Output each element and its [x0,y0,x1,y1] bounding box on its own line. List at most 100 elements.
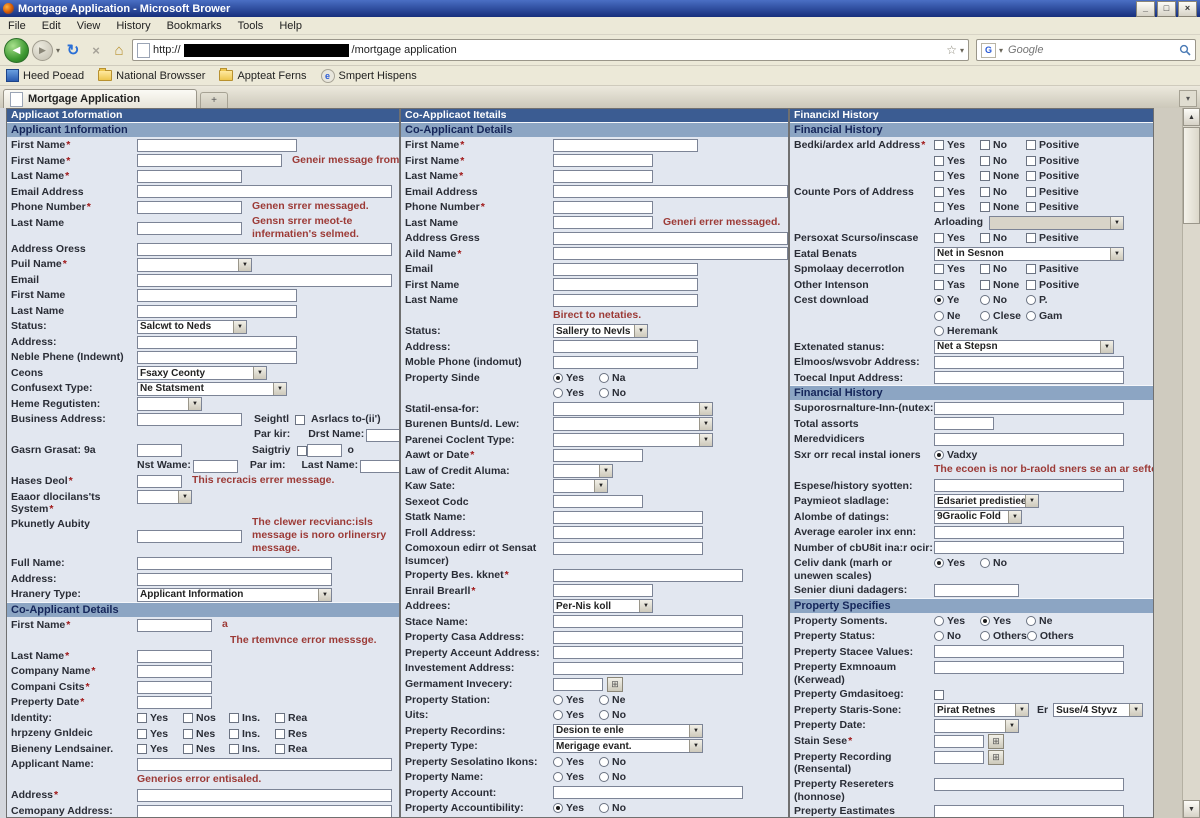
chevron-down-icon[interactable]: ▼ [1129,704,1142,716]
tab-list-button[interactable]: ▾ [1179,90,1197,107]
text-input[interactable] [934,661,1124,674]
chevron-down-icon[interactable]: ▼ [1015,704,1028,716]
text-input[interactable] [553,449,643,462]
radio-button[interactable] [599,757,609,767]
checkbox-option[interactable]: Nes [183,742,229,755]
radio-button[interactable] [934,558,944,568]
radio-button[interactable] [934,631,944,641]
radio-button[interactable] [553,772,563,782]
checkbox-option[interactable]: None [980,200,1026,213]
checkbox[interactable] [275,713,285,723]
text-input[interactable] [137,154,282,167]
menu-view[interactable]: View [77,20,101,32]
text-input[interactable] [137,201,242,214]
text-input[interactable] [137,557,332,570]
menu-bookmarks[interactable]: Bookmarks [167,20,222,32]
radio-button[interactable] [553,710,563,720]
text-input[interactable] [553,495,643,508]
search-input[interactable] [1006,43,1176,57]
checkbox-option[interactable]: Rea [275,742,321,755]
checkbox[interactable] [297,446,307,456]
checkbox-option[interactable]: Yes [934,169,980,182]
checkbox[interactable] [229,713,239,723]
bookmark-item[interactable]: Heed Poead [6,69,84,82]
radio-button[interactable] [1026,616,1036,626]
text-input[interactable] [934,541,1124,554]
text-input[interactable] [137,789,392,802]
select[interactable]: ▼ [553,479,608,493]
select[interactable]: ▼ [553,417,713,431]
select[interactable]: ▼ [934,719,1019,733]
text-input[interactable] [307,444,342,457]
radio-option[interactable]: No [980,293,1026,306]
chevron-down-icon[interactable]: ▼ [273,383,286,395]
chevron-down-icon[interactable]: ▼ [594,480,607,492]
radio-option[interactable]: Na [599,371,645,384]
text-input[interactable] [934,433,1124,446]
checkbox[interactable] [980,140,990,150]
text-input[interactable] [137,305,297,318]
text-input[interactable] [137,475,182,488]
text-input[interactable] [137,222,242,235]
checkbox-option[interactable]: None [980,278,1026,291]
chevron-down-icon[interactable]: ▼ [689,725,702,737]
checkbox-option[interactable]: Yes [934,231,980,244]
radio-option[interactable]: Yes [934,614,980,627]
checkbox-option[interactable]: Yes [137,711,183,724]
checkbox-option[interactable]: Ins. [229,742,275,755]
checkbox[interactable] [1026,264,1036,274]
search-engine-dropdown-icon[interactable]: ▾ [999,46,1003,55]
text-input[interactable] [360,460,400,473]
text-input[interactable] [137,139,297,152]
scroll-down-button[interactable]: ▼ [1183,800,1200,818]
text-input[interactable] [553,263,698,276]
chevron-down-icon[interactable]: ▼ [1110,217,1123,229]
select[interactable]: Merigage evant.▼ [553,739,703,753]
chevron-down-icon[interactable]: ▼ [1008,511,1021,523]
checkbox-option[interactable] [297,445,307,456]
radio-option[interactable]: Others [980,629,1027,642]
checkbox[interactable] [934,690,944,700]
checkbox[interactable] [183,713,193,723]
checkbox[interactable] [137,729,147,739]
select[interactable]: Fsaxy Ceonty▼ [137,366,267,380]
text-input[interactable] [137,619,212,632]
checkbox-option[interactable] [934,689,944,700]
chevron-down-icon[interactable]: ▼ [1005,720,1018,732]
checkbox-option[interactable]: Nes [183,727,229,740]
history-dropdown-icon[interactable]: ▾ [56,46,60,55]
text-input[interactable] [137,243,392,256]
checkbox-option[interactable]: Positive [1026,138,1079,151]
text-input[interactable] [137,681,212,694]
chevron-down-icon[interactable]: ▼ [699,418,712,430]
radio-button[interactable] [553,695,563,705]
radio-button[interactable] [553,757,563,767]
radio-button[interactable] [1026,295,1036,305]
checkbox[interactable] [1026,171,1036,181]
bookmark-star-icon[interactable]: ☆ [946,43,957,57]
select[interactable]: Sallery to Nevls▼ [553,324,648,338]
checkbox[interactable] [980,187,990,197]
checkbox-option[interactable]: No [980,138,1026,151]
search-box[interactable]: G ▾ [976,39,1196,61]
checkbox-option[interactable]: No [980,262,1026,275]
radio-button[interactable] [1026,311,1036,321]
checkbox-option[interactable]: Yes [934,262,980,275]
url-dropdown-icon[interactable]: ▾ [960,46,964,55]
checkbox[interactable] [229,729,239,739]
select[interactable]: ▼ [137,397,202,411]
radio-option[interactable]: Heremank [934,324,998,337]
radio-button[interactable] [1027,631,1037,641]
checkbox-option[interactable]: Yas [934,278,980,291]
calendar-icon[interactable]: ⊞ [988,734,1004,749]
checkbox[interactable] [934,280,944,290]
radio-option[interactable]: Others [1027,629,1074,642]
checkbox[interactable] [1026,140,1036,150]
text-input[interactable] [137,805,392,818]
checkbox-option[interactable]: No [980,185,1026,198]
chevron-down-icon[interactable]: ▼ [178,491,191,503]
checkbox[interactable] [1026,187,1036,197]
radio-option[interactable]: Yes [553,755,599,768]
radio-option[interactable]: Yes [553,693,599,706]
text-input[interactable] [553,526,703,539]
